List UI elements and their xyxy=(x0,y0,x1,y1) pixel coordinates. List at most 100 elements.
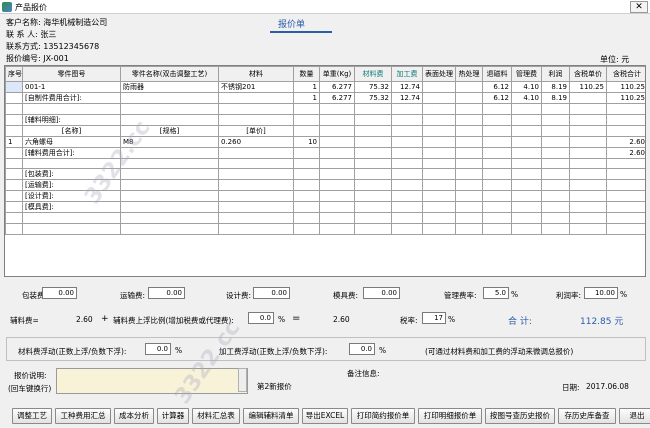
toolbar-button[interactable]: 打印明细报价单 xyxy=(418,408,482,424)
table-cell[interactable] xyxy=(218,201,294,214)
table-cell[interactable]: 不锈钢201 xyxy=(218,81,294,93)
column-header[interactable]: 加工费 xyxy=(391,66,423,82)
toolbar-button[interactable]: 计算器 xyxy=(157,408,189,424)
table-cell[interactable] xyxy=(5,157,23,170)
table-cell[interactable] xyxy=(569,103,607,115)
table-cell[interactable] xyxy=(354,168,392,181)
table-cell[interactable] xyxy=(120,92,219,104)
table-cell[interactable] xyxy=(22,103,121,115)
table-cell[interactable] xyxy=(422,124,456,137)
table-cell[interactable] xyxy=(319,168,355,181)
table-cell[interactable] xyxy=(391,201,423,214)
desc-scrollbar[interactable] xyxy=(238,368,247,392)
column-header[interactable]: 退磁料 xyxy=(482,66,512,82)
table-cell[interactable]: 6.12 xyxy=(482,81,512,93)
table-cell[interactable] xyxy=(422,157,456,170)
column-header[interactable]: 材料 xyxy=(218,66,294,82)
table-cell[interactable] xyxy=(120,212,219,225)
table-cell[interactable] xyxy=(455,124,483,137)
table-cell[interactable] xyxy=(5,124,23,137)
table-cell[interactable] xyxy=(541,146,570,159)
table-cell[interactable] xyxy=(482,113,512,126)
table-cell[interactable] xyxy=(354,135,392,148)
table-cell[interactable] xyxy=(541,212,570,225)
table-cell[interactable] xyxy=(482,201,512,214)
table-cell[interactable] xyxy=(120,190,219,203)
table-cell[interactable] xyxy=(218,223,294,235)
table-cell[interactable] xyxy=(541,168,570,181)
table-cell[interactable] xyxy=(482,223,512,235)
table-cell[interactable] xyxy=(5,113,23,126)
table-cell[interactable] xyxy=(569,201,607,214)
table-cell[interactable] xyxy=(455,168,483,181)
table-row[interactable]: [名称] [规格] [单价] xyxy=(5,124,645,137)
table-cell[interactable] xyxy=(482,179,512,192)
table-cell[interactable]: 4.10 xyxy=(511,92,542,104)
table-cell[interactable] xyxy=(569,92,607,104)
table-cell[interactable] xyxy=(455,212,483,225)
table-cell[interactable] xyxy=(354,201,392,214)
table-cell[interactable] xyxy=(391,124,423,137)
table-cell[interactable]: 六角螺母 xyxy=(22,135,121,148)
quote-desc-textarea[interactable] xyxy=(56,368,248,394)
table-cell[interactable] xyxy=(455,179,483,192)
table-cell[interactable] xyxy=(482,212,512,225)
table-cell[interactable] xyxy=(422,179,456,192)
table-cell[interactable] xyxy=(5,212,23,225)
table-cell[interactable] xyxy=(354,103,392,115)
table-cell[interactable] xyxy=(319,146,355,159)
table-cell[interactable] xyxy=(422,135,456,148)
table-cell[interactable]: 75.32 xyxy=(354,81,392,93)
table-cell[interactable] xyxy=(569,212,607,225)
table-row[interactable] xyxy=(5,223,645,235)
table-cell[interactable] xyxy=(455,157,483,170)
design-fee-input[interactable]: 0.00 xyxy=(253,287,290,299)
table-cell[interactable] xyxy=(455,103,483,115)
table-cell[interactable] xyxy=(5,179,23,192)
table-cell[interactable] xyxy=(5,168,23,181)
table-cell[interactable] xyxy=(422,168,456,181)
table-cell[interactable] xyxy=(293,157,320,170)
table-cell[interactable] xyxy=(606,157,645,170)
table-cell[interactable] xyxy=(541,190,570,203)
table-cell[interactable]: 12.74 xyxy=(391,92,423,104)
column-header[interactable]: 序号 xyxy=(5,66,23,82)
table-row[interactable]: [自制件费用合计]: 1 6.277 75.32 12.74 6.12 4.10 8.19 11… xyxy=(5,92,645,104)
table-cell[interactable] xyxy=(391,113,423,126)
table-cell[interactable]: 110.25 xyxy=(606,92,645,104)
toolbar-button[interactable]: 材料汇总表 xyxy=(192,408,240,424)
table-cell[interactable] xyxy=(319,103,355,115)
table-cell[interactable] xyxy=(541,103,570,115)
table-cell[interactable] xyxy=(482,157,512,170)
table-cell[interactable] xyxy=(455,92,483,104)
table-cell[interactable] xyxy=(5,92,23,104)
table-cell[interactable] xyxy=(422,81,456,93)
table-cell[interactable] xyxy=(511,223,542,235)
table-cell[interactable] xyxy=(5,201,23,214)
table-cell[interactable] xyxy=(541,201,570,214)
table-cell[interactable] xyxy=(511,146,542,159)
table-cell[interactable] xyxy=(541,124,570,137)
toolbar-button[interactable]: 调整工艺 xyxy=(12,408,52,424)
table-cell[interactable] xyxy=(541,113,570,126)
table-cell[interactable]: 75.32 xyxy=(354,92,392,104)
table-cell[interactable] xyxy=(218,113,294,126)
table-cell[interactable] xyxy=(293,190,320,203)
table-cell[interactable] xyxy=(455,113,483,126)
table-cell[interactable] xyxy=(218,146,294,159)
mold-fee-input[interactable]: 0.00 xyxy=(363,287,400,299)
table-cell[interactable] xyxy=(120,179,219,192)
column-header[interactable]: 热处理 xyxy=(455,66,483,82)
column-header[interactable]: 表面处理 xyxy=(422,66,456,82)
table-cell[interactable] xyxy=(541,179,570,192)
column-header[interactable]: 零件图号 xyxy=(22,66,121,82)
table-cell[interactable] xyxy=(319,135,355,148)
table-cell[interactable] xyxy=(293,201,320,214)
mgmt-rate-input[interactable]: 5.0 xyxy=(483,287,509,299)
remark-input[interactable]: 第2新报价 xyxy=(257,381,292,392)
table-cell[interactable] xyxy=(606,179,645,192)
toolbar-button[interactable]: 退出 xyxy=(619,408,650,424)
table-cell[interactable] xyxy=(5,81,23,93)
table-cell[interactable] xyxy=(511,201,542,214)
table-cell[interactable] xyxy=(293,223,320,235)
